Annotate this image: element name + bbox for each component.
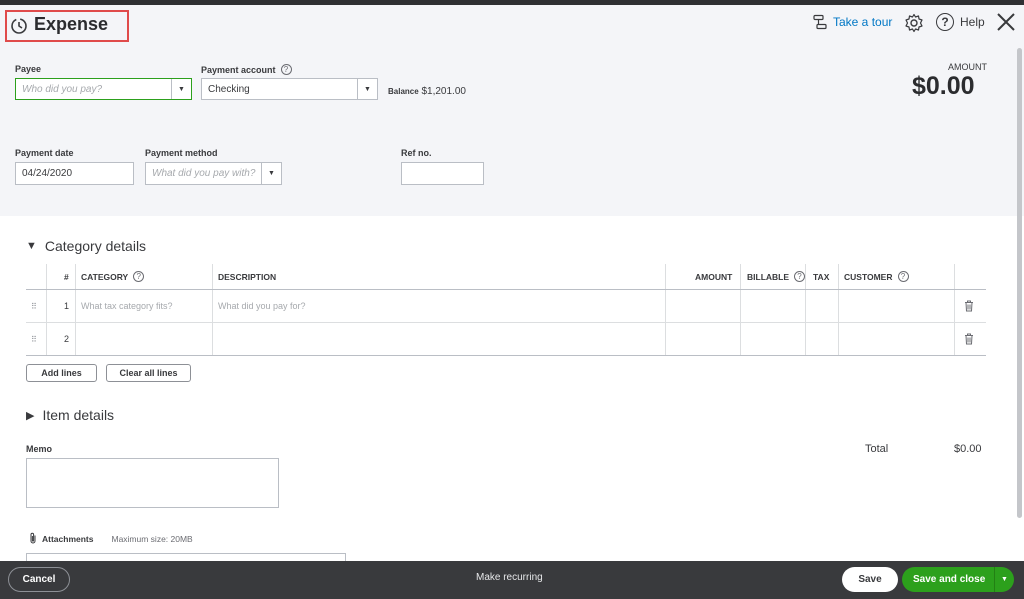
item-details-title: Item details: [42, 407, 115, 423]
category-help-icon[interactable]: ?: [133, 271, 145, 282]
item-details-toggle[interactable]: ▶ Item details: [26, 407, 114, 423]
payee-placeholder: Who did you pay?: [22, 83, 103, 95]
table-row[interactable]: ⠿ 1 What tax category fits? What did you…: [26, 290, 986, 323]
make-recurring-link[interactable]: Make recurring: [476, 572, 543, 583]
description-cell[interactable]: What did you pay for?: [218, 290, 306, 322]
col-customer-wrap: CUSTOMER ?: [844, 264, 909, 289]
payment-account-label: Payment account: [201, 64, 276, 75]
category-details-title: Category details: [44, 238, 147, 254]
amount-label: AMOUNT: [948, 62, 987, 72]
amount-value: $0.00: [912, 72, 975, 100]
drag-handle-icon[interactable]: ⠿: [31, 290, 37, 322]
paperclip-icon: [30, 532, 36, 544]
total-label: Total: [865, 443, 889, 455]
drag-handle-icon[interactable]: ⠿: [31, 323, 37, 355]
payment-account-dropdown-icon[interactable]: ▼: [357, 79, 377, 99]
clear-all-lines-button[interactable]: Clear all lines: [106, 364, 191, 382]
payee-field[interactable]: Who did you pay? ▼: [15, 78, 192, 100]
row-num: 2: [64, 334, 70, 344]
memo-label: Memo: [26, 444, 53, 454]
payment-date-value: 04/24/2020: [22, 168, 73, 179]
page-title: Expense: [34, 14, 109, 34]
payee-dropdown-icon[interactable]: ▼: [171, 79, 191, 99]
customer-help-icon[interactable]: ?: [897, 271, 909, 282]
col-category-wrap: CATEGORY ?: [81, 264, 145, 289]
attachments-label: Attachments: [42, 533, 94, 544]
help-icon: ?: [936, 13, 954, 31]
cancel-button[interactable]: Cancel: [8, 567, 70, 592]
balance-label: Balance: [388, 87, 419, 96]
attachments-max-size: Maximum size: 20MB: [111, 533, 193, 544]
category-table: # CATEGORY ? DESCRIPTION AMOUNT BILLABLE…: [26, 264, 986, 356]
payment-date-field[interactable]: 04/24/2020: [15, 162, 134, 185]
category-cell[interactable]: What tax category fits?: [81, 290, 173, 322]
recent-transactions-icon[interactable]: [10, 17, 28, 35]
payment-method-select[interactable]: What did you pay with? ▼: [145, 162, 282, 185]
payment-account-select[interactable]: Checking ▼: [201, 78, 378, 100]
settings-gear-icon[interactable]: [904, 13, 924, 33]
close-icon[interactable]: [996, 12, 1016, 32]
scrollbar[interactable]: [1017, 48, 1022, 518]
col-customer: CUSTOMER: [844, 271, 893, 282]
save-button[interactable]: Save: [842, 567, 898, 592]
payment-account-label-wrap: Payment account ?: [201, 64, 292, 75]
footer-bar: Cancel Make recurring Save Save and clos…: [0, 561, 1024, 599]
memo-field[interactable]: [26, 458, 279, 508]
save-and-close-label: Save and close: [913, 574, 986, 585]
col-billable: BILLABLE: [747, 271, 790, 282]
category-details-toggle[interactable]: ▼ Category details: [26, 238, 146, 254]
trash-icon[interactable]: [964, 300, 974, 312]
billable-help-icon[interactable]: ?: [794, 271, 806, 282]
title-highlight: Expense: [5, 10, 129, 42]
payee-label: Payee: [15, 64, 42, 74]
save-and-close-button[interactable]: Save and close ▼: [902, 567, 1014, 592]
trash-icon[interactable]: [964, 333, 974, 345]
save-options-dropdown-icon[interactable]: ▼: [994, 567, 1014, 592]
col-category: CATEGORY: [81, 271, 129, 282]
col-num: #: [64, 271, 69, 282]
col-tax: TAX: [813, 271, 830, 282]
row-num: 1: [64, 301, 70, 311]
balance: Balance $1,201.00: [388, 86, 466, 97]
attachments: Attachments Maximum size: 20MB: [28, 532, 193, 545]
payment-method-placeholder: What did you pay with?: [152, 168, 256, 179]
total-value: $0.00: [954, 443, 982, 455]
payment-account-value: Checking: [208, 83, 250, 95]
add-lines-button[interactable]: Add lines: [26, 364, 97, 382]
help-button[interactable]: ? Help: [936, 13, 985, 31]
payment-method-dropdown-icon[interactable]: ▼: [261, 163, 281, 184]
help-label: Help: [960, 15, 985, 29]
col-billable-wrap: BILLABLE ?: [747, 264, 806, 289]
table-header: # CATEGORY ? DESCRIPTION AMOUNT BILLABLE…: [26, 264, 986, 290]
tour-icon: [813, 14, 827, 30]
col-amount: AMOUNT: [695, 271, 733, 282]
payment-method-label: Payment method: [145, 148, 218, 158]
ref-no-label: Ref no.: [401, 148, 432, 158]
payment-account-help-icon[interactable]: ?: [280, 64, 292, 75]
table-row[interactable]: ⠿ 2: [26, 323, 986, 356]
ref-no-field[interactable]: [401, 162, 484, 185]
balance-value: $1,201.00: [421, 86, 466, 97]
col-description: DESCRIPTION: [218, 271, 277, 282]
take-tour-link[interactable]: Take a tour: [812, 14, 892, 30]
take-tour-label: Take a tour: [833, 15, 893, 29]
expanded-caret-icon: ▼: [26, 240, 37, 252]
payment-date-label: Payment date: [15, 148, 74, 158]
collapsed-caret-icon: ▶: [26, 409, 35, 422]
